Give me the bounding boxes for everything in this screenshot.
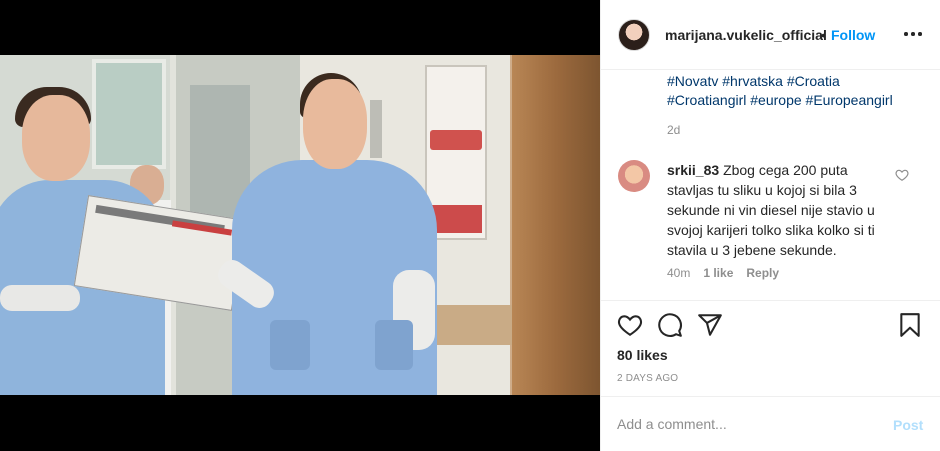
- caption-age: 2d: [667, 123, 681, 137]
- uniform-pocket: [375, 320, 413, 370]
- post-comment-button[interactable]: Post: [893, 417, 923, 433]
- author-username[interactable]: marijana.vukelic_official: [665, 27, 827, 43]
- reply-button[interactable]: Reply: [746, 266, 779, 280]
- comment-likes[interactable]: 1 like: [703, 266, 733, 280]
- caption-hashtags-line[interactable]: #Croatiangirl #europe #Europeangirl: [667, 91, 927, 110]
- comment-like-heart-icon[interactable]: [895, 168, 909, 182]
- post-date: 2 DAYS AGO: [617, 373, 679, 384]
- uniform-pocket: [270, 320, 310, 370]
- wooden-door: [512, 55, 600, 395]
- author-avatar[interactable]: [618, 19, 650, 51]
- more-options-icon[interactable]: [903, 23, 923, 43]
- post-caption: #Novatv #hrvatska #Croatia #Croatiangirl…: [667, 72, 927, 110]
- nurse-left-head: [22, 95, 90, 181]
- comment-meta: 40m 1 like Reply: [667, 266, 779, 280]
- wall-fixture: [370, 100, 382, 158]
- post-header: marijana.vukelic_official • Follow: [601, 0, 940, 70]
- action-bar: [601, 300, 940, 301]
- poster-detail: [430, 205, 482, 233]
- commenter-avatar[interactable]: [618, 160, 650, 192]
- add-comment-bar: Post: [601, 396, 940, 451]
- bookmark-icon[interactable]: [897, 312, 923, 338]
- caption-hashtags-line[interactable]: #Novatv #hrvatska #Croatia: [667, 72, 927, 91]
- commenter-username[interactable]: srkii_83: [667, 162, 719, 178]
- add-comment-input[interactable]: [617, 416, 877, 432]
- nurse-right-head: [303, 79, 367, 169]
- comment: srkii_83 Zbog cega 200 puta stavljas tu …: [667, 160, 882, 260]
- separator-dot: •: [821, 27, 826, 43]
- heart-icon[interactable]: [617, 312, 643, 338]
- follow-button[interactable]: Follow: [831, 27, 875, 43]
- post-media[interactable]: [0, 0, 600, 451]
- share-icon[interactable]: [697, 312, 723, 338]
- comment-time: 40m: [667, 266, 691, 280]
- poster-detail: [430, 130, 482, 150]
- window: [92, 59, 166, 169]
- likes-count[interactable]: 80 likes: [617, 347, 668, 363]
- nurse-left-arm: [0, 285, 80, 311]
- video-frame: [0, 55, 600, 395]
- comment-icon[interactable]: [657, 312, 683, 338]
- post-sidebar: marijana.vukelic_official • Follow #Nova…: [600, 0, 940, 451]
